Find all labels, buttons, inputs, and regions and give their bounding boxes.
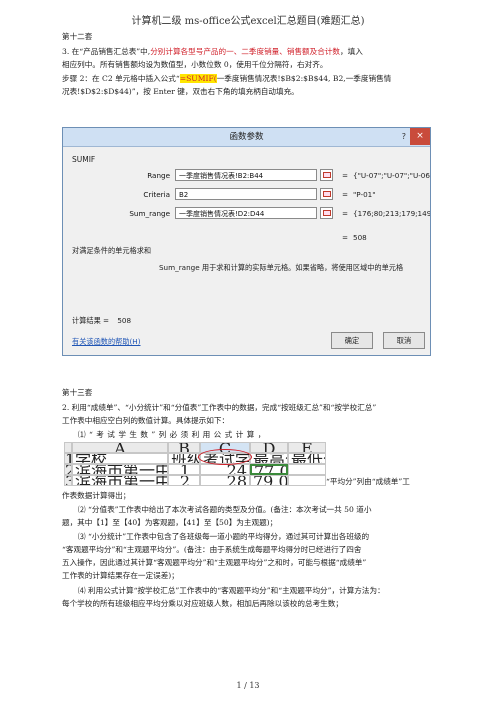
cell-school-header[interactable]: 学校 <box>72 453 168 464</box>
q3-prefix: 3. 在“产品销售汇总表”中, <box>62 47 151 56</box>
calc-label: 计算结果 = <box>72 316 110 325</box>
hint-1-cont: “平均分”列由“成绩单”工 <box>326 477 410 486</box>
criteria-input[interactable]: B2 <box>175 188 317 200</box>
arg-result: "P-01" <box>353 190 376 199</box>
ok-button[interactable]: 确定 <box>331 332 373 349</box>
q3-highlight: 分别计算各型号产品的一、二季度销量、销售额及合计数 <box>150 47 341 56</box>
step-prefix: 步骤 2：在 C2 单元格中插入公式“ <box>62 74 180 83</box>
close-icon[interactable]: × <box>410 128 430 145</box>
step-2-line2: 况表!$D$2:$D$44)”，按 Enter 键，双击右下角的填充柄自动填充。 <box>62 87 299 96</box>
corner-cell <box>64 442 72 453</box>
equals-sign: = <box>342 209 349 218</box>
question-2-line1: 2. 利用“成绩单”、“小分统计”和“分值表”工作表中的数据，完成“按班级汇总”… <box>62 403 377 412</box>
dialog-title: 函数参数 <box>229 132 264 142</box>
cell-class[interactable]: 2 <box>168 475 200 486</box>
hint-4-line2: 每个学校的所有班级相应平均分乘以对应班级人数，相加后再除以该校的总考生数； <box>62 599 343 608</box>
arg-result: {"U-07";"U-07";"U-06";"U-06";"U-0 <box>353 171 430 180</box>
highlight-ellipse <box>198 449 252 465</box>
arg-label: Criteria <box>143 190 170 199</box>
row-header[interactable]: 1 <box>64 453 72 464</box>
arg-label: Range <box>147 171 170 180</box>
question-3: 3. 在“产品销售汇总表”中,分别计算各型号产品的一、二季度销量、销售额及合计数… <box>62 46 442 59</box>
equals-sign: = <box>342 233 349 242</box>
function-description: 对满足条件的单元格求和 <box>72 246 152 255</box>
cell-class-header[interactable]: 班级 <box>168 453 200 464</box>
argument-description: Sum_range 用于求和计算的实际单元格。如果省略，将使用区域中的单元格 <box>159 263 404 272</box>
total-result: 508 <box>353 233 367 242</box>
cell-min-score[interactable] <box>288 464 326 475</box>
row-header[interactable]: 3 <box>64 475 72 486</box>
set13-title: 第十三套 <box>62 388 93 397</box>
col-header-e[interactable]: E <box>288 442 326 453</box>
function-name: SUMIF <box>72 155 96 164</box>
equals-sign: = <box>342 171 349 180</box>
step-after: 一季度销售情况表!$B$2:$B$44, B2,一季度销售情 <box>216 74 392 83</box>
arg-row-sum-range: Sum_range 一季度销售情况表!D2:D44 = {176;80;213;… <box>63 207 432 221</box>
row-header[interactable]: 2 <box>64 464 72 475</box>
cell-school[interactable]: 滨海市第一中学 <box>72 475 168 486</box>
arg-result: {176;80;213;179;149;169;156;218;... <box>353 209 430 218</box>
page-number: 1 / 13 <box>236 681 260 690</box>
col-header-d[interactable]: D <box>250 442 288 453</box>
help-icon[interactable]: ? <box>402 128 406 146</box>
cell-school[interactable]: 滨海市第一中学 <box>72 464 168 475</box>
hint-2-line1: ⑵ “分值表”工作表中给出了本次考试各题的类型及分值。(备注：本次考试一共 50… <box>78 505 372 514</box>
cell-max-score-selected[interactable]: 77.00 <box>250 464 288 475</box>
cell-student-count[interactable]: 24 <box>200 464 250 475</box>
function-help-link[interactable]: 有关该函数的帮助(H) <box>72 337 141 347</box>
step-2: 步骤 2：在 C2 单元格中插入公式“=SUMIF(一季度销售情况表!$B$2:… <box>62 73 442 86</box>
hint-3-line1: ⑶ “小分统计”工作表中包含了各班级每一道小题的平均得分，通过其可计算出各班级的 <box>78 532 370 541</box>
collapse-dialog-icon[interactable] <box>320 188 333 200</box>
cell-max-score[interactable]: 79.00 <box>250 475 288 486</box>
total-result-row: = 508 <box>63 231 432 245</box>
arg-row-range: Range 一季度销售情况表!B2:B44 = {"U-07";"U-07";"… <box>63 169 432 183</box>
q3-suffix: ，填入 <box>340 47 363 56</box>
calc-value: 508 <box>117 316 132 325</box>
cell-min-header[interactable]: 最低分 <box>288 453 326 464</box>
arg-label: Sum_range <box>129 209 170 218</box>
hint-1-line2: 作表数据计算得出； <box>62 491 131 500</box>
range-input[interactable]: 一季度销售情况表!B2:B44 <box>175 169 317 181</box>
cell-student-count[interactable]: 28 <box>200 475 250 486</box>
question-2-line2: 工作表中相应空白列的数值计算。具体提示如下： <box>62 416 230 425</box>
hint-1: ⑴ “ 考 试 学 生 数 ” 列 必 须 利 用 公 式 计 算 ， <box>78 430 266 439</box>
sum-range-input[interactable]: 一季度销售情况表!D2:D44 <box>175 207 317 219</box>
cell-min-score[interactable] <box>288 475 326 486</box>
equals-sign: = <box>342 190 349 199</box>
step-formula: =SUMIF( <box>179 74 217 83</box>
col-header-a[interactable]: A <box>72 442 168 453</box>
collapse-dialog-icon[interactable] <box>320 169 333 181</box>
arg-row-criteria: Criteria B2 = "P-01" <box>63 188 432 202</box>
hint-3-line4: 工作表的计算结果存在一定误差)； <box>62 571 179 580</box>
cell-class[interactable]: 1 <box>168 464 200 475</box>
function-arguments-dialog: 函数参数 ? × SUMIF Range 一季度销售情况表!B2:B44 = {… <box>62 127 431 356</box>
cell-max-header[interactable]: 最高分 <box>250 453 288 464</box>
cancel-button[interactable]: 取消 <box>383 332 425 349</box>
hint-4-line1: ⑷ 利用公式计算“按学校汇总”工作表中的“客观题平均分”和“主观题平均分”，计算… <box>78 586 385 595</box>
page-title: 计算机二级 ms-office公式excel汇总题目(难题汇总) <box>131 16 365 27</box>
collapse-dialog-icon[interactable] <box>320 207 333 219</box>
hint-2-line2: 题，其中【1】至【40】为客观题，【41】至【50】为主观题)； <box>62 518 278 527</box>
question-3-line2: 相应列中。所有销售额均设为数值型，小数位数 0，使用千位分隔符，右对齐。 <box>62 60 328 69</box>
set12-title: 第十二套 <box>62 32 93 41</box>
hint-3-line3: 五入操作，因此通过其计算“客观题平均分”和“主观题平均分”之和时，可能与根据“成… <box>62 558 367 567</box>
dialog-titlebar: 函数参数 ? × <box>63 128 430 147</box>
col-header-b[interactable]: B <box>168 442 200 453</box>
hint-3-line2: “客观题平均分”和“主观题平均分”。(备注：由于系统生成每题平均得分时已经进行了… <box>62 545 362 554</box>
calc-result: 计算结果 = 508 <box>72 316 131 326</box>
